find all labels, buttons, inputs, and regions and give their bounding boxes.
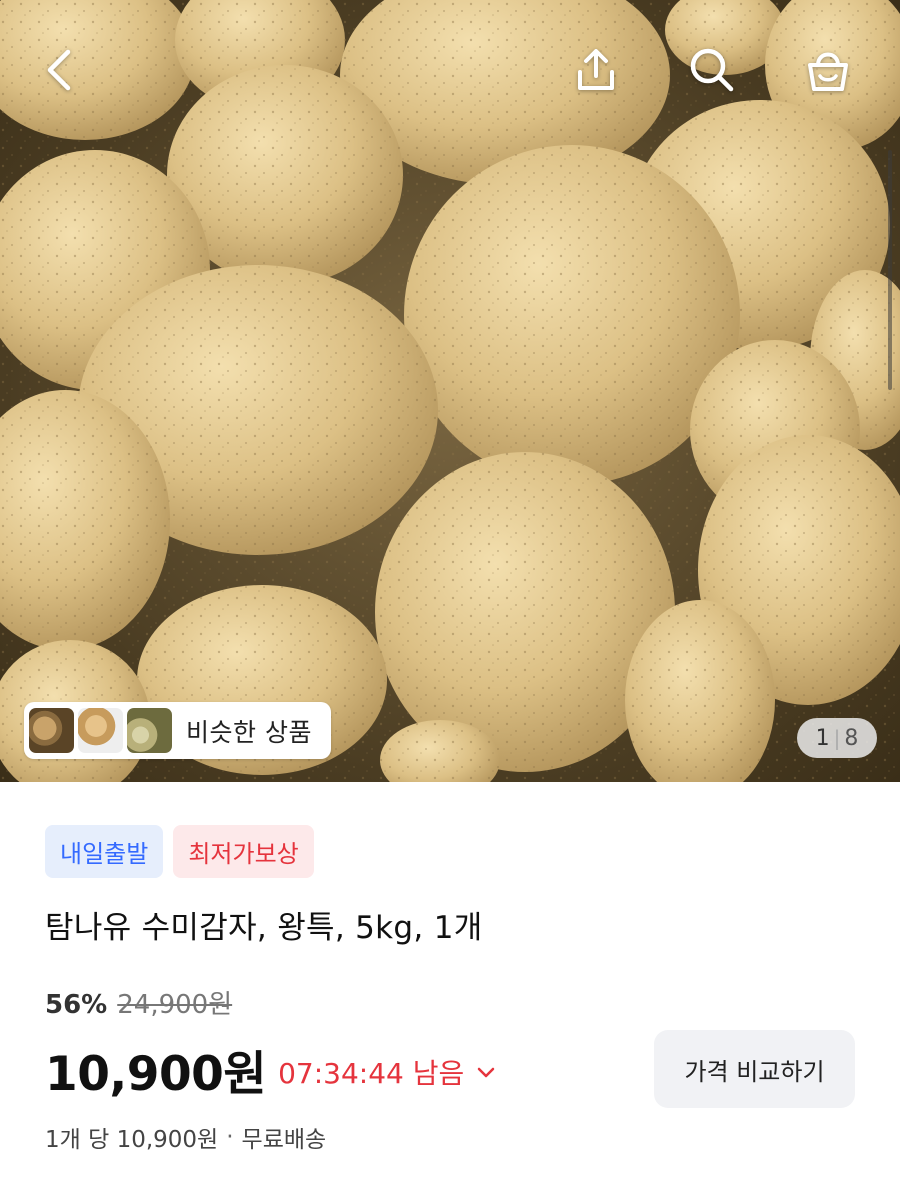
scrollbar[interactable] bbox=[888, 150, 892, 390]
page-separator: | bbox=[833, 726, 841, 750]
similar-product-thumbnail bbox=[78, 708, 123, 753]
shipping-info: 무료배송 bbox=[241, 1127, 327, 1153]
share-icon bbox=[578, 49, 614, 90]
back-chevron-icon bbox=[47, 49, 71, 91]
search-icon bbox=[690, 48, 734, 92]
image-page-counter: 1 | 8 bbox=[797, 718, 877, 758]
badge-row: 내일출발 최저가보상 bbox=[45, 825, 314, 878]
discount-row: 56% 24,900원 bbox=[45, 984, 232, 1021]
product-image-carousel[interactable]: 비슷한 상품 1 | 8 bbox=[0, 0, 900, 782]
original-price: 24,900원 bbox=[117, 990, 233, 1020]
cart-button[interactable] bbox=[798, 40, 858, 100]
page-current: 1 bbox=[815, 725, 830, 751]
product-title: 탐나유 수미감자, 왕특, 5kg, 1개 bbox=[45, 910, 483, 946]
search-button[interactable] bbox=[682, 40, 742, 100]
page-total: 8 bbox=[844, 725, 859, 751]
chevron-down-icon[interactable] bbox=[476, 1066, 496, 1080]
similar-products-label: 비슷한 상품 bbox=[186, 717, 312, 747]
badge-tomorrow-dispatch: 내일출발 bbox=[45, 825, 164, 878]
discount-rate: 56% bbox=[45, 990, 108, 1020]
compare-price-button[interactable]: 가격 비교하기 bbox=[654, 1030, 855, 1108]
similar-products-button[interactable]: 비슷한 상품 bbox=[24, 702, 331, 759]
badge-lowest-price-guarantee: 최저가보상 bbox=[173, 825, 314, 878]
similar-product-thumbnail bbox=[127, 708, 172, 753]
product-image bbox=[0, 0, 900, 782]
similar-product-thumbnail bbox=[29, 708, 74, 753]
price-row: 10,900원 07:34:44 남음 bbox=[45, 1035, 496, 1104]
back-button[interactable] bbox=[30, 40, 90, 100]
sale-price: 10,900원 bbox=[45, 1047, 267, 1102]
deal-timer: 07:34:44 남음 bbox=[278, 1056, 465, 1090]
unit-price: 1개 당 10,900원 bbox=[45, 1127, 219, 1153]
shopping-bag-icon bbox=[808, 52, 848, 91]
unit-price-row: 1개 당 10,900원 · 무료배송 bbox=[45, 1120, 326, 1154]
share-button[interactable] bbox=[566, 40, 626, 100]
separator-dot: · bbox=[226, 1124, 234, 1150]
